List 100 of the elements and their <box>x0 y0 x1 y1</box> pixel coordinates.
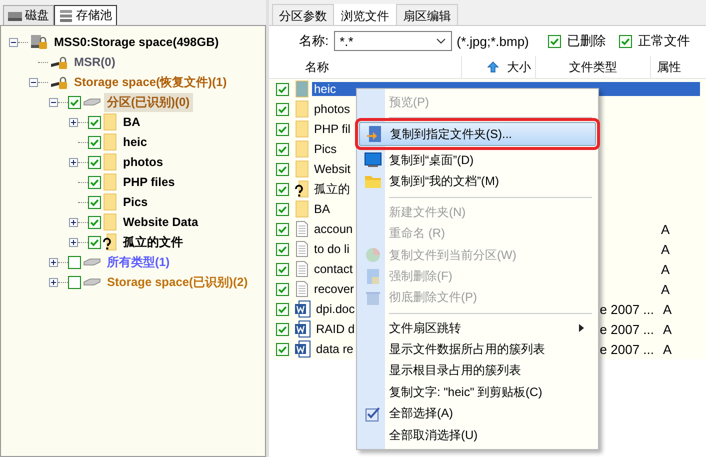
pie-chart-icon <box>365 247 381 264</box>
file-attribute: A <box>663 322 672 336</box>
expand-toggle[interactable] <box>29 78 38 86</box>
checkbox[interactable] <box>276 162 289 176</box>
tree-item[interactable]: Storage space(恢复文件)(1) <box>71 72 230 92</box>
tree-item[interactable]: BA <box>120 114 144 130</box>
checkbox[interactable] <box>276 122 289 136</box>
checkbox[interactable] <box>276 222 289 236</box>
checkbox[interactable] <box>88 236 101 248</box>
expand-toggle[interactable] <box>49 98 58 106</box>
column-header[interactable]: 大小 <box>462 56 536 78</box>
menu-item[interactable]: 显示根目录占用的簇列表 <box>359 360 596 382</box>
checkbox[interactable] <box>276 242 289 256</box>
column-header[interactable]: 属性 <box>651 56 706 78</box>
tab[interactable]: 存储池 <box>54 5 117 25</box>
bin-icon <box>365 290 381 306</box>
folder-icon <box>364 174 382 190</box>
copy-to-folder-icon <box>366 125 382 144</box>
column-header[interactable]: 名称 <box>269 56 462 78</box>
document-icon <box>295 220 309 238</box>
file-type: e 2007 ... <box>600 302 654 316</box>
menu-item[interactable]: 全部选择(A) <box>359 403 596 424</box>
tree-item[interactable]: photos <box>120 154 166 170</box>
checkbox[interactable] <box>276 322 289 336</box>
tree-item[interactable]: Storage space(已识别)(2) <box>104 272 251 292</box>
expand-toggle[interactable] <box>49 278 58 286</box>
folder-icon <box>103 153 117 171</box>
menu-item[interactable]: 文件扇区跳转 <box>359 318 596 339</box>
name-combobox[interactable]: *.* <box>334 31 452 51</box>
folder-icon <box>295 200 309 218</box>
drive-icon <box>83 278 101 286</box>
document-icon <box>295 240 309 258</box>
checkbox[interactable] <box>68 96 81 108</box>
column-header[interactable]: 文件类型 <box>536 56 651 78</box>
menu-item[interactable]: 复制到“我的文档”(M) <box>359 171 596 193</box>
document-icon <box>295 280 309 298</box>
checkbox[interactable] <box>276 102 289 116</box>
tree-item[interactable]: heic <box>120 134 150 150</box>
expand-toggle[interactable] <box>49 258 58 266</box>
checkbox[interactable] <box>618 34 632 48</box>
document-icon <box>366 268 380 285</box>
checkbox[interactable] <box>276 302 289 316</box>
expand-toggle[interactable] <box>9 38 18 46</box>
checkbox[interactable] <box>68 256 81 268</box>
checkbox[interactable] <box>88 156 101 168</box>
folder-icon <box>103 213 117 231</box>
checkbox[interactable] <box>276 82 289 96</box>
tree-item[interactable]: Pics <box>120 194 151 210</box>
tree-item[interactable]: MSS0:Storage space(498GB) <box>51 34 222 50</box>
tab[interactable]: 扇区编辑 <box>396 4 458 25</box>
menu-item[interactable]: 显示文件数据所占用的簇列表 <box>359 338 596 360</box>
file-attribute: A <box>663 342 672 356</box>
tree-item[interactable]: PHP files <box>120 174 178 190</box>
tree-item[interactable]: 所有类型(1) <box>104 252 173 272</box>
tab[interactable]: 磁盘 <box>3 5 54 25</box>
menu-item[interactable]: 全部取消选择(U) <box>359 424 596 446</box>
filter-hint: (*.jpg;*.bmp) <box>456 34 529 48</box>
tree-item[interactable]: MSR(0) <box>71 54 118 70</box>
checkbox-label: 已删除 <box>566 32 606 50</box>
folder-icon <box>295 120 309 138</box>
checkbox[interactable] <box>88 216 101 228</box>
folder-icon <box>103 113 117 131</box>
menu-item[interactable]: 复制到“桌面”(D) <box>359 150 596 172</box>
unknown-folder-icon <box>295 180 309 198</box>
checkbox[interactable] <box>276 282 289 296</box>
checkbox[interactable] <box>88 176 101 188</box>
checkbox[interactable] <box>276 262 289 276</box>
checkbox[interactable] <box>276 142 289 156</box>
checkbox[interactable] <box>88 196 101 208</box>
expand-toggle[interactable] <box>69 158 78 166</box>
dropdown-caret-icon <box>436 38 446 44</box>
expand-toggle[interactable] <box>69 238 78 246</box>
file-attribute: A <box>663 302 672 316</box>
expand-toggle[interactable] <box>69 218 78 226</box>
file-attribute: A <box>661 242 670 256</box>
document-icon <box>295 260 309 278</box>
file-attribute: A <box>661 222 670 236</box>
folder-icon <box>295 140 309 158</box>
checkbox[interactable] <box>276 202 289 216</box>
menu-item[interactable]: 复制文字: "heic" 到剪贴板(C) <box>359 382 596 404</box>
tree-item[interactable]: 分区(已识别)(0) <box>104 92 193 112</box>
checkbox[interactable] <box>548 34 561 48</box>
checkmark-icon <box>365 406 381 422</box>
tab[interactable]: 分区参数 <box>272 4 334 25</box>
checkbox[interactable] <box>68 276 81 288</box>
folder-icon <box>103 173 117 191</box>
checkbox[interactable] <box>88 136 101 148</box>
checkbox[interactable] <box>276 182 289 196</box>
checkbox[interactable] <box>88 116 101 128</box>
name-label: 名称: <box>299 32 329 50</box>
tab[interactable]: 浏览文件 <box>334 4 396 25</box>
folder-icon <box>295 100 309 118</box>
checkbox-label: 正常文件 <box>638 32 690 50</box>
tree-item[interactable]: Website Data <box>120 214 202 230</box>
drive-icon <box>83 258 101 266</box>
folder-icon <box>103 133 117 151</box>
checkbox[interactable] <box>276 342 289 356</box>
expand-toggle[interactable] <box>69 118 78 126</box>
locked-drive-icon <box>30 33 48 51</box>
tree-item[interactable]: 孤立的文件 <box>120 232 186 252</box>
